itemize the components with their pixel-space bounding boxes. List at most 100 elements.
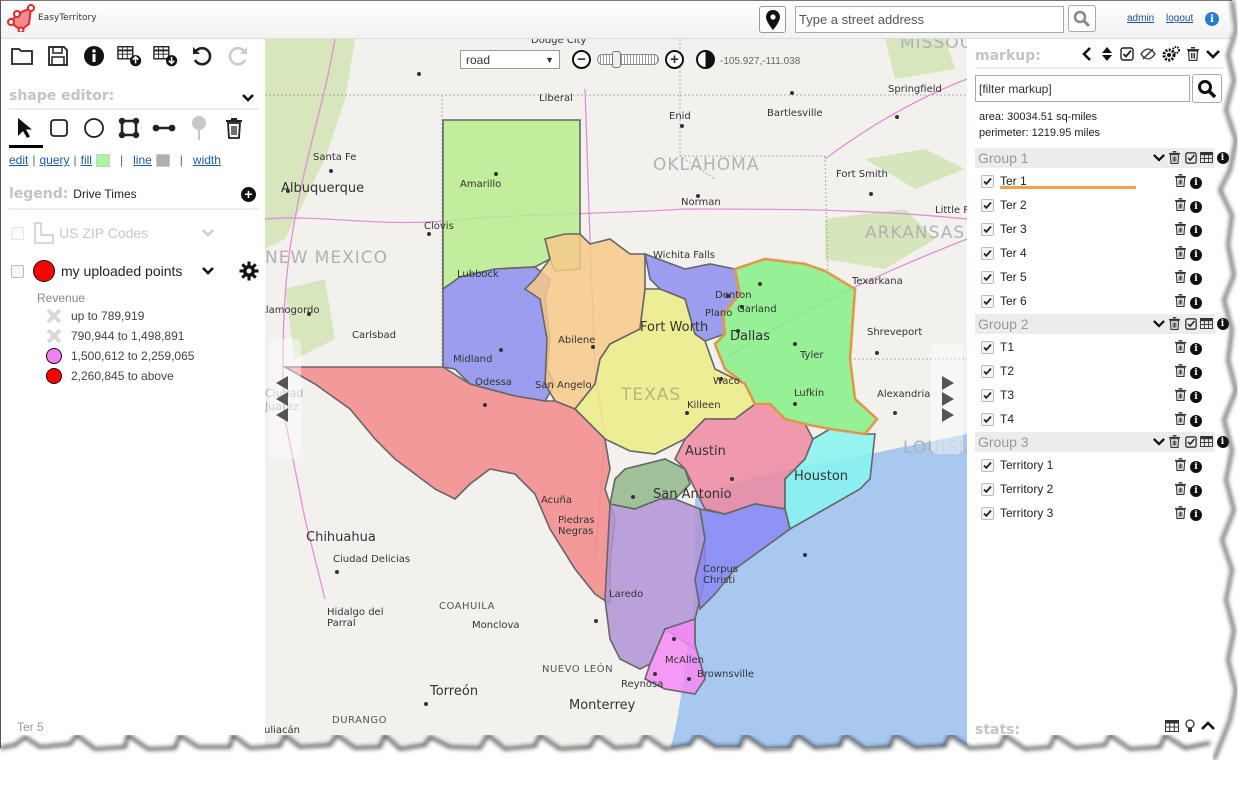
territory-visibility-checkbox[interactable] xyxy=(981,340,994,354)
territory-name[interactable]: T3 xyxy=(1000,388,1014,402)
collapse-chevron-icon[interactable] xyxy=(1206,46,1220,62)
territory-visibility-checkbox[interactable] xyxy=(981,222,994,236)
table-upload-icon[interactable] xyxy=(117,43,143,69)
hide-visibility-icon[interactable] xyxy=(1140,46,1156,62)
territory-info-icon[interactable]: i xyxy=(1190,458,1202,474)
contrast-toggle-icon[interactable] xyxy=(696,50,715,69)
layer-expand-chevron-icon[interactable] xyxy=(201,264,215,278)
territory-row[interactable]: Ter 5 i xyxy=(981,268,1207,286)
group-delete-trash-icon[interactable] xyxy=(1168,151,1181,164)
locate-button[interactable] xyxy=(759,6,786,33)
territory-visibility-checkbox[interactable] xyxy=(981,294,994,308)
territory-info-icon[interactable]: i xyxy=(1190,198,1202,214)
collapse-right-panel-arrows-icon[interactable] xyxy=(941,375,955,423)
territory-delete-trash-icon[interactable] xyxy=(1175,340,1186,356)
territory-visibility-checkbox[interactable] xyxy=(981,482,994,496)
table-icon[interactable] xyxy=(1165,720,1179,732)
group-check-all-icon[interactable] xyxy=(1184,435,1197,448)
line-color-swatch[interactable] xyxy=(155,153,170,167)
territory-visibility-checkbox[interactable] xyxy=(981,246,994,260)
territory-row[interactable]: Territory 3 i xyxy=(981,504,1207,522)
territory-info-icon[interactable]: i xyxy=(1190,270,1202,286)
territory-name[interactable]: T2 xyxy=(1000,364,1014,378)
rectangle-icon[interactable] xyxy=(46,115,72,141)
select-arrow-icon[interactable] xyxy=(11,115,37,141)
territory-delete-trash-icon[interactable] xyxy=(1175,174,1186,190)
zoom-in-button[interactable]: + xyxy=(665,50,684,69)
circle-icon[interactable] xyxy=(81,115,107,141)
address-search-button[interactable] xyxy=(1068,5,1096,32)
territory-visibility-checkbox[interactable] xyxy=(981,412,994,426)
territory-row[interactable]: Territory 1 i xyxy=(981,456,1207,474)
shape-editor-collapse-chevron-icon[interactable] xyxy=(241,91,255,105)
group-table-icon[interactable] xyxy=(1200,151,1213,164)
fill-link[interactable]: fill xyxy=(81,153,92,167)
group-header[interactable]: Group 2 i xyxy=(975,314,1229,334)
territory-visibility-checkbox[interactable] xyxy=(981,506,994,520)
territory-row[interactable]: Ter 6 i xyxy=(981,292,1207,310)
filter-markup-input[interactable] xyxy=(975,75,1190,102)
group-check-all-icon[interactable] xyxy=(1184,317,1197,330)
territory-name[interactable]: T1 xyxy=(1000,340,1014,354)
territory-visibility-checkbox[interactable] xyxy=(981,198,994,212)
territory-name[interactable]: T4 xyxy=(1000,412,1014,426)
group-info-icon[interactable]: i xyxy=(1216,151,1229,164)
layer-settings-gear-icon[interactable] xyxy=(239,261,259,281)
territory-info-icon[interactable]: i xyxy=(1190,388,1202,404)
territory-row[interactable]: T3 i xyxy=(981,386,1207,404)
group-info-icon[interactable]: i xyxy=(1216,317,1229,330)
open-folder-icon[interactable] xyxy=(9,43,35,69)
territory-name[interactable]: Ter 6 xyxy=(1000,294,1027,308)
fill-color-swatch[interactable] xyxy=(95,153,110,167)
territory-delete-trash-icon[interactable] xyxy=(1175,388,1186,404)
zoom-out-button[interactable]: − xyxy=(572,50,591,69)
zoom-slider[interactable] xyxy=(597,51,659,68)
zoom-slider-thumb[interactable] xyxy=(612,51,621,68)
territory-info-icon[interactable]: i xyxy=(1190,412,1202,428)
territory-delete-trash-icon[interactable] xyxy=(1175,506,1186,522)
territory-row[interactable]: Ter 3 i xyxy=(981,220,1207,238)
delete-all-trash-icon[interactable] xyxy=(1186,46,1200,62)
territory-delete-trash-icon[interactable] xyxy=(1175,458,1186,474)
group-delete-trash-icon[interactable] xyxy=(1168,317,1181,330)
add-legend-plus-icon[interactable]: + xyxy=(241,187,256,202)
territory-info-icon[interactable]: i xyxy=(1190,246,1202,262)
territory-delete-trash-icon[interactable] xyxy=(1175,364,1186,380)
territory-row[interactable]: Territory 2 i xyxy=(981,480,1207,498)
edit-link[interactable]: edit xyxy=(9,153,28,167)
territory-name[interactable]: Ter 3 xyxy=(1000,222,1027,236)
undo-icon[interactable] xyxy=(189,43,215,69)
sort-icon[interactable] xyxy=(1100,46,1114,62)
address-search-input[interactable] xyxy=(795,6,1064,33)
territory-name[interactable]: Territory 1 xyxy=(1000,458,1053,472)
save-icon[interactable] xyxy=(45,43,71,69)
settings-gears-icon[interactable] xyxy=(1162,46,1180,62)
group-table-icon[interactable] xyxy=(1200,435,1213,448)
query-link[interactable]: query xyxy=(39,153,69,167)
territory-row[interactable]: T4 i xyxy=(981,410,1207,428)
layer-expand-chevron-icon[interactable] xyxy=(201,226,215,240)
group-collapse-chevron-icon[interactable] xyxy=(1152,435,1165,448)
filter-search-button[interactable] xyxy=(1192,74,1222,103)
group-collapse-chevron-icon[interactable] xyxy=(1152,151,1165,164)
territory-name[interactable]: Ter 2 xyxy=(1000,198,1027,212)
territory-visibility-checkbox[interactable] xyxy=(981,174,994,188)
territory-info-icon[interactable]: i xyxy=(1190,222,1202,238)
map-type-select[interactable]: road ▼ xyxy=(460,50,560,69)
territory-delete-trash-icon[interactable] xyxy=(1175,294,1186,310)
territory-info-icon[interactable]: i xyxy=(1190,482,1202,498)
polygon-icon[interactable] xyxy=(116,115,142,141)
territory-delete-trash-icon[interactable] xyxy=(1175,482,1186,498)
territory-delete-trash-icon[interactable] xyxy=(1175,198,1186,214)
line-link[interactable]: line xyxy=(133,153,152,167)
redo-icon[interactable] xyxy=(225,43,251,69)
admin-link[interactable]: admin xyxy=(1127,13,1154,24)
territory-delete-trash-icon[interactable] xyxy=(1175,246,1186,262)
territory-name[interactable]: Territory 3 xyxy=(1000,506,1053,520)
territory-name[interactable]: Ter 4 xyxy=(1000,246,1027,260)
line-icon[interactable] xyxy=(151,115,177,141)
territory-row[interactable]: Ter 2 i xyxy=(981,196,1207,214)
expand-up-chevron-icon[interactable] xyxy=(1201,721,1215,731)
group-delete-trash-icon[interactable] xyxy=(1168,435,1181,448)
group-info-icon[interactable]: i xyxy=(1216,435,1229,448)
